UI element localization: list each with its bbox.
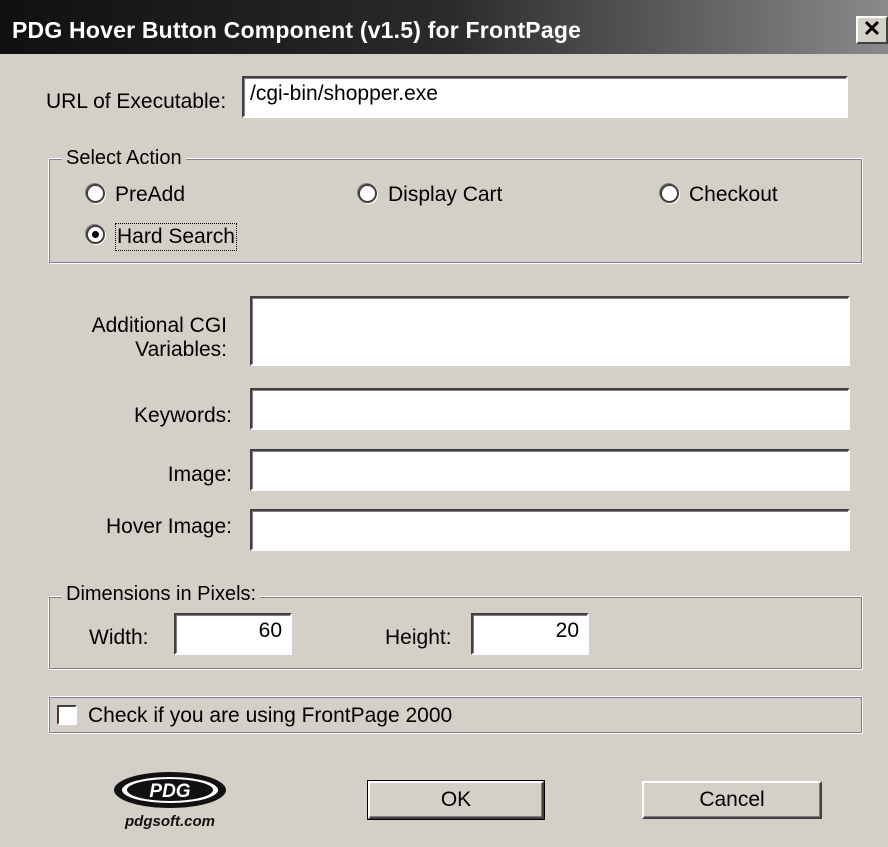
url-input[interactable]: /cgi-bin/shopper.exe bbox=[242, 76, 848, 118]
dimensions-group bbox=[48, 596, 863, 670]
radio-display-cart-label[interactable]: Display Cart bbox=[388, 183, 502, 207]
radio-preadd-label[interactable]: PreAdd bbox=[115, 183, 185, 207]
cgi-label-line2: Variables: bbox=[135, 338, 227, 361]
frontpage2000-label[interactable]: Check if you are using FrontPage 2000 bbox=[88, 704, 452, 728]
pdg-logo: PDG pdgsoft.com bbox=[108, 768, 232, 834]
radio-checkout[interactable] bbox=[660, 184, 679, 203]
height-input[interactable]: 20 bbox=[471, 613, 589, 655]
radio-preadd[interactable] bbox=[86, 184, 105, 203]
hover-image-label: Hover Image: bbox=[105, 515, 232, 538]
keywords-input[interactable] bbox=[250, 388, 850, 430]
close-button[interactable]: ✕ bbox=[856, 16, 888, 44]
width-label: Width: bbox=[89, 626, 149, 649]
frontpage2000-checkbox[interactable] bbox=[57, 705, 77, 725]
hover-image-input[interactable] bbox=[250, 509, 850, 551]
close-icon: ✕ bbox=[862, 16, 882, 41]
title-bar: PDG Hover Button Component (v1.5) for Fr… bbox=[0, 0, 888, 54]
dimensions-title: Dimensions in Pixels: bbox=[62, 583, 261, 606]
logo-mark-text: PDG bbox=[149, 781, 190, 802]
radio-hard-search-label[interactable]: Hard Search bbox=[115, 223, 237, 251]
cgi-variables-input[interactable] bbox=[250, 296, 850, 366]
radio-display-cart[interactable] bbox=[358, 184, 377, 203]
pdg-logo-mark: PDG pdgsoft.com bbox=[114, 772, 226, 830]
image-label: Image: bbox=[167, 463, 232, 486]
width-input[interactable]: 60 bbox=[174, 613, 292, 655]
logo-site-text: pdgsoft.com bbox=[124, 813, 215, 830]
radio-checkout-label[interactable]: Checkout bbox=[689, 183, 778, 207]
select-action-title: Select Action bbox=[62, 147, 186, 170]
image-input[interactable] bbox=[250, 449, 850, 491]
height-label: Height: bbox=[385, 626, 452, 649]
cancel-button[interactable]: Cancel bbox=[642, 781, 822, 819]
window-title: PDG Hover Button Component (v1.5) for Fr… bbox=[12, 17, 582, 43]
url-label: URL of Executable: bbox=[46, 90, 227, 113]
keywords-label: Keywords: bbox=[133, 404, 232, 427]
cgi-label-line1: Additional CGI bbox=[91, 314, 227, 337]
radio-hard-search[interactable] bbox=[86, 225, 105, 244]
ok-button[interactable]: OK bbox=[367, 780, 545, 820]
